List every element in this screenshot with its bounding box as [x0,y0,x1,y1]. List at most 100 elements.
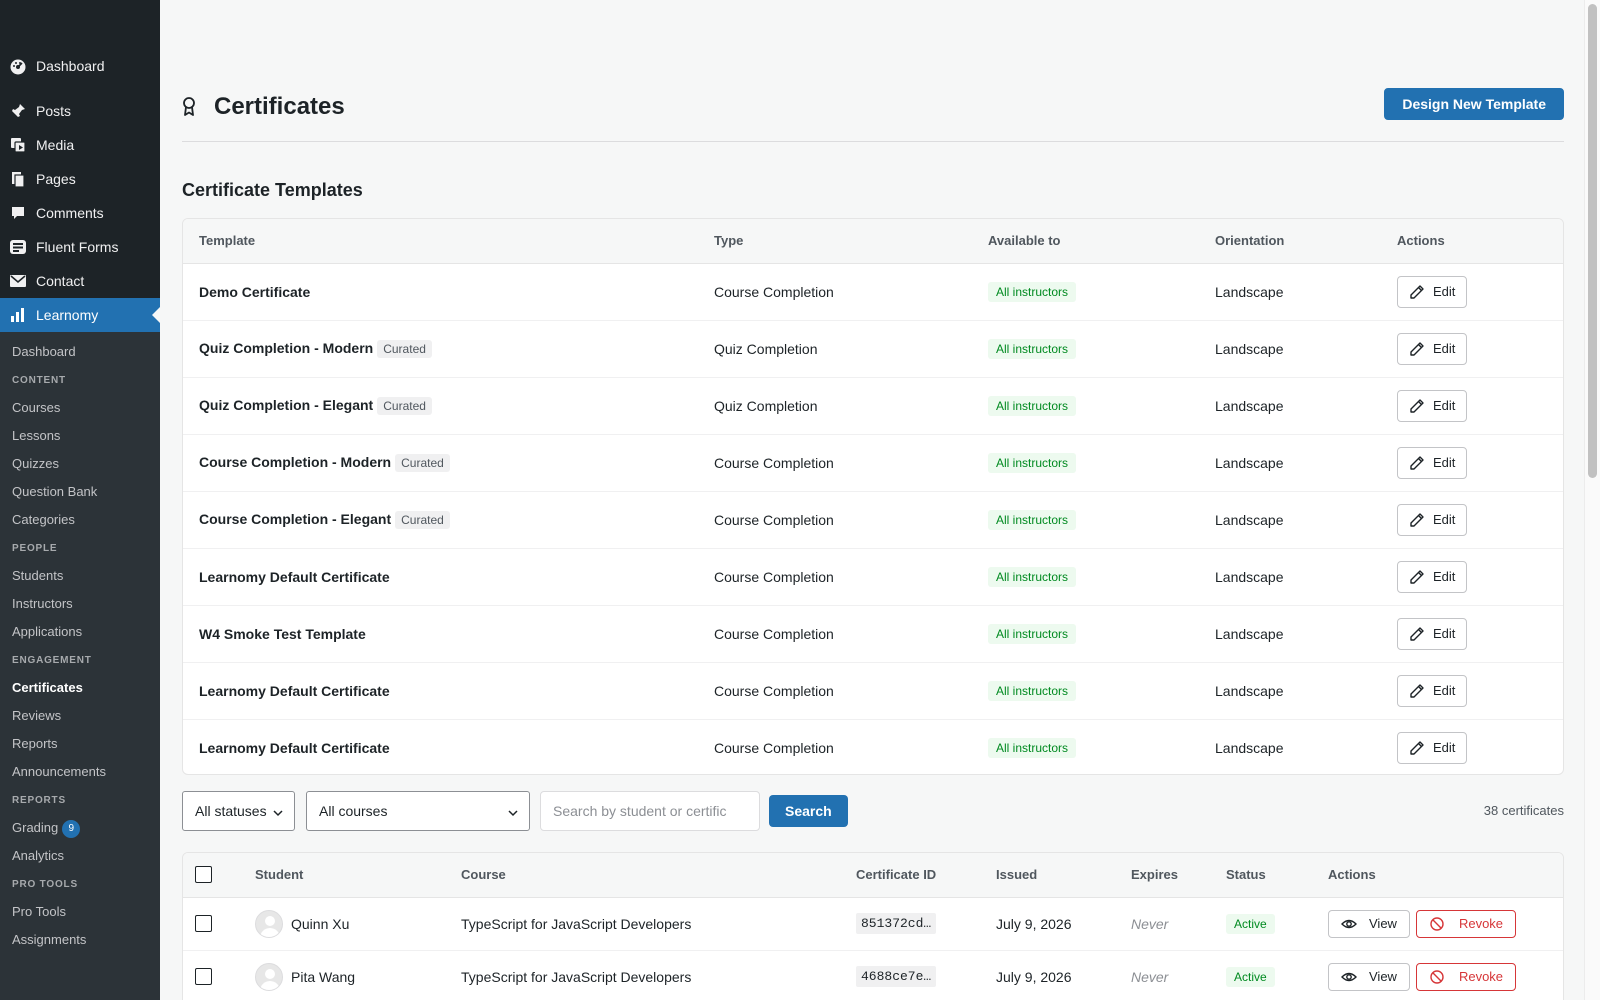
edit-template-button[interactable]: Edit [1397,275,1468,308]
submenu-categories[interactable]: Categories [0,506,160,534]
revoke-certificate-button[interactable]: Revoke [1415,962,1517,991]
template-name: Demo Certificate [199,283,311,300]
media-icon [9,136,27,154]
page-scrollbar[interactable] [1584,0,1600,1000]
search-button[interactable]: Search [769,795,848,827]
select-all-checkbox[interactable] [195,866,212,884]
submenu-reviews[interactable]: Reviews [0,702,160,730]
edit-template-button[interactable]: Edit [1397,617,1468,650]
view-label: View [1369,916,1397,931]
sidebar-item-contact[interactable]: Contact [0,264,160,298]
template-name-cell: Demo Certificate [183,263,698,321]
page-title-text: Certificates [214,93,345,120]
template-orientation: Landscape [1199,491,1381,549]
submenu-dashboard[interactable]: Dashboard [0,338,160,366]
template-name: Learnomy Default Certificate [199,682,390,699]
certificate-search-input[interactable] [540,791,760,831]
sidebar-item-pages[interactable]: Pages [0,162,160,196]
avatar [255,962,283,991]
curated-badge: Curated [377,339,432,358]
template-actions-cell: Edit [1381,719,1563,774]
submenu-certificates[interactable]: Certificates [0,674,160,702]
col-status: Status [1210,853,1312,898]
sidebar-item-posts[interactable]: Posts [0,94,160,128]
template-name-cell: Quiz Completion - Modern Curated [183,320,698,378]
row-checkbox[interactable] [195,915,212,933]
view-certificate-button[interactable]: View [1328,962,1410,991]
status-filter-select[interactable]: All statuses [182,791,295,831]
edit-template-button[interactable]: Edit [1397,560,1468,593]
course-filter-select[interactable]: All courses [306,791,530,831]
pencil-icon [1409,512,1425,528]
col-course: Course [445,853,840,898]
submenu-announcements[interactable]: Announcements [0,758,160,786]
submenu-quizzes[interactable]: Quizzes [0,450,160,478]
template-row: Learnomy Default Certificate Course Compl… [183,662,1563,720]
scrollbar-thumb[interactable] [1588,4,1597,478]
sidebar-item-comments[interactable]: Comments [0,196,160,230]
template-availability-cell: All instructors [972,491,1199,549]
pencil-icon [1409,341,1425,357]
template-row: Quiz Completion - Elegant Curated Quiz Com… [183,377,1563,435]
submenu-reports[interactable]: Reports [0,730,160,758]
form-icon [9,238,27,256]
submenu-students[interactable]: Students [0,562,160,590]
submenu-lessons[interactable]: Lessons [0,422,160,450]
sidebar-item-label: Posts [36,103,72,119]
edit-template-button[interactable]: Edit [1397,389,1468,422]
edit-label: Edit [1433,569,1456,584]
submenu-courses[interactable]: Courses [0,394,160,422]
row-checkbox[interactable] [195,968,212,986]
expires-value: Never [1131,968,1169,985]
submenu-grading[interactable]: Grading 9 [0,814,160,842]
col-template: Template [183,219,698,264]
edit-template-button[interactable]: Edit [1397,731,1468,764]
sidebar-item-media[interactable]: Media [0,128,160,162]
pencil-icon [1409,455,1425,471]
edit-template-button[interactable]: Edit [1397,446,1468,479]
submenu-question-bank[interactable]: Question Bank [0,478,160,506]
availability-badge: All instructors [988,680,1077,701]
sidebar-top-items: Dashboard Posts Media Pages Comments Flu… [0,0,160,332]
submenu-applications[interactable]: Applications [0,618,160,646]
col-certificate-id: Certificate ID [840,853,980,898]
status-cell: Active [1210,897,1312,951]
design-new-template-button[interactable]: Design New Template [1384,88,1564,120]
sidebar-item-learnomy[interactable]: Learnomy [0,298,160,332]
template-name-cell: Course Completion - Modern Curated [183,434,698,492]
template-actions-cell: Edit [1381,605,1563,663]
template-actions-cell: Edit [1381,434,1563,492]
submenu-section-engagement: ENGAGEMENT [12,655,92,666]
curated-badge: Curated [395,453,450,472]
pages-icon [9,170,27,188]
student-name: Pita Wang [291,968,356,985]
expires-cell: Never [1115,897,1210,951]
sidebar-item-label: Contact [36,273,85,289]
template-name: Course Completion - Elegant [199,510,392,527]
revoke-certificate-button[interactable]: Revoke [1415,909,1517,938]
edit-template-button[interactable]: Edit [1397,332,1468,365]
sidebar-item-dashboard[interactable]: Dashboard [0,49,160,83]
template-availability-cell: All instructors [972,548,1199,606]
submenu-assignments[interactable]: Assignments [0,926,160,954]
submenu-pro-tools[interactable]: Pro Tools [0,898,160,926]
template-row: Learnomy Default Certificate Course Compl… [183,719,1563,774]
sidebar-item-fluent-forms[interactable]: Fluent Forms [0,230,160,264]
edit-template-button[interactable]: Edit [1397,503,1468,536]
certificate-id-cell: 4688ce7e… [840,950,980,1000]
certificates-table: Student Course Certificate ID Issued Exp… [183,853,1563,1000]
edit-template-button[interactable]: Edit [1397,674,1468,707]
template-type: Quiz Completion [698,320,972,378]
template-orientation: Landscape [1199,434,1381,492]
availability-badge: All instructors [988,737,1077,758]
template-orientation: Landscape [1199,263,1381,321]
certificate-id: 4688ce7e… [856,966,937,987]
view-certificate-button[interactable]: View [1328,909,1410,938]
submenu-analytics[interactable]: Analytics [0,842,160,870]
submenu-instructors[interactable]: Instructors [0,590,160,618]
template-orientation: Landscape [1199,662,1381,720]
ban-icon [1429,969,1445,985]
availability-badge: All instructors [988,509,1077,530]
issued-date: July 9, 2026 [980,950,1115,1000]
certificates-table-card: Student Course Certificate ID Issued Exp… [182,852,1564,1000]
